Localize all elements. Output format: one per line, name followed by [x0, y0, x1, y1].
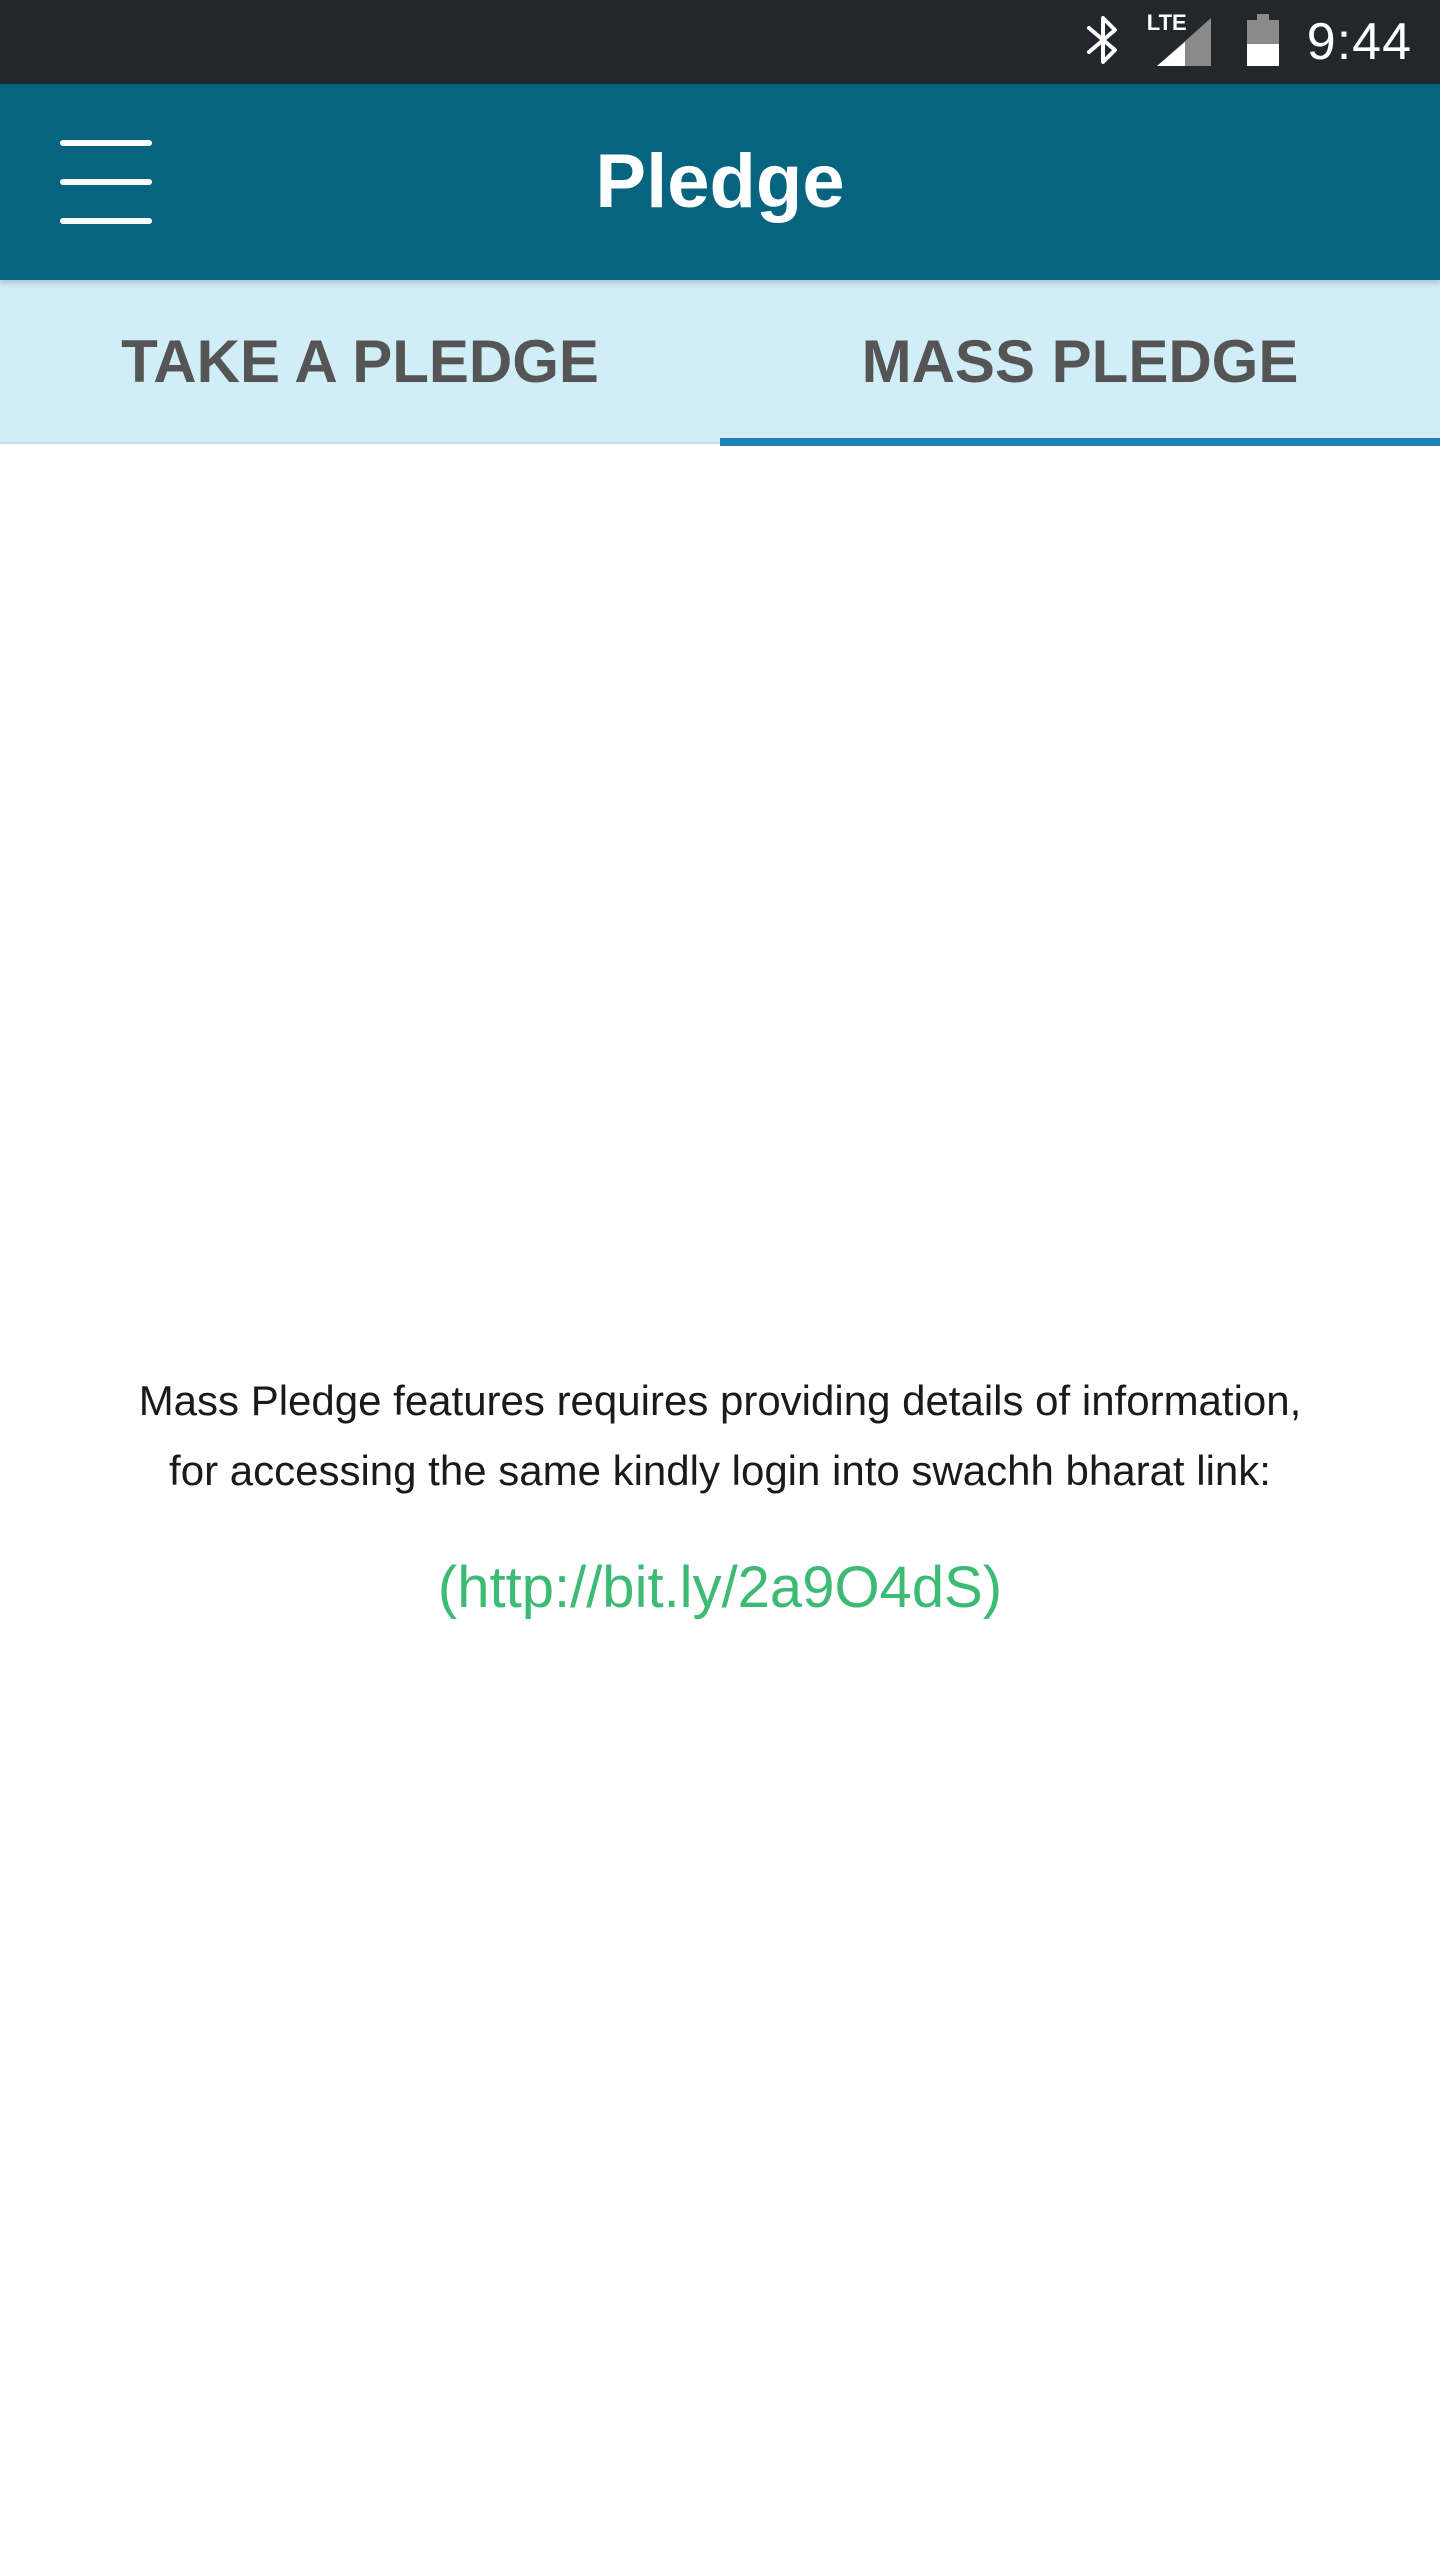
app-bar: Pledge	[0, 84, 1440, 280]
lte-signal-icon: LTE	[1147, 10, 1219, 70]
menu-line	[60, 140, 152, 146]
menu-line	[60, 179, 152, 185]
info-message-line: Mass Pledge features requires providing …	[138, 1377, 1302, 1424]
status-time: 9:44	[1306, 13, 1412, 71]
lte-label: LTE	[1146, 10, 1187, 35]
swachh-bharat-link[interactable]: (http://bit.ly/2a9O4dS)	[0, 1554, 1440, 1621]
status-icons: LTE 9:44	[1083, 0, 1412, 84]
bluetooth-icon	[1083, 12, 1123, 73]
status-bar: LTE 9:44	[0, 0, 1440, 84]
mass-pledge-content: Mass Pledge features requires providing …	[0, 446, 1440, 2560]
info-message-line: for accessing the same kindly login into…	[169, 1447, 1271, 1494]
tab-mass-pledge[interactable]: MASS PLEDGE	[720, 280, 1440, 446]
page-title: Pledge	[595, 139, 845, 224]
tab-bar: TAKE A PLEDGE MASS PLEDGE	[0, 280, 1440, 446]
tab-take-a-pledge[interactable]: TAKE A PLEDGE	[0, 280, 720, 444]
info-message: Mass Pledge features requires providing …	[100, 1366, 1340, 1506]
battery-icon	[1245, 12, 1281, 73]
hamburger-menu-icon[interactable]	[58, 140, 154, 224]
menu-line	[60, 218, 152, 224]
